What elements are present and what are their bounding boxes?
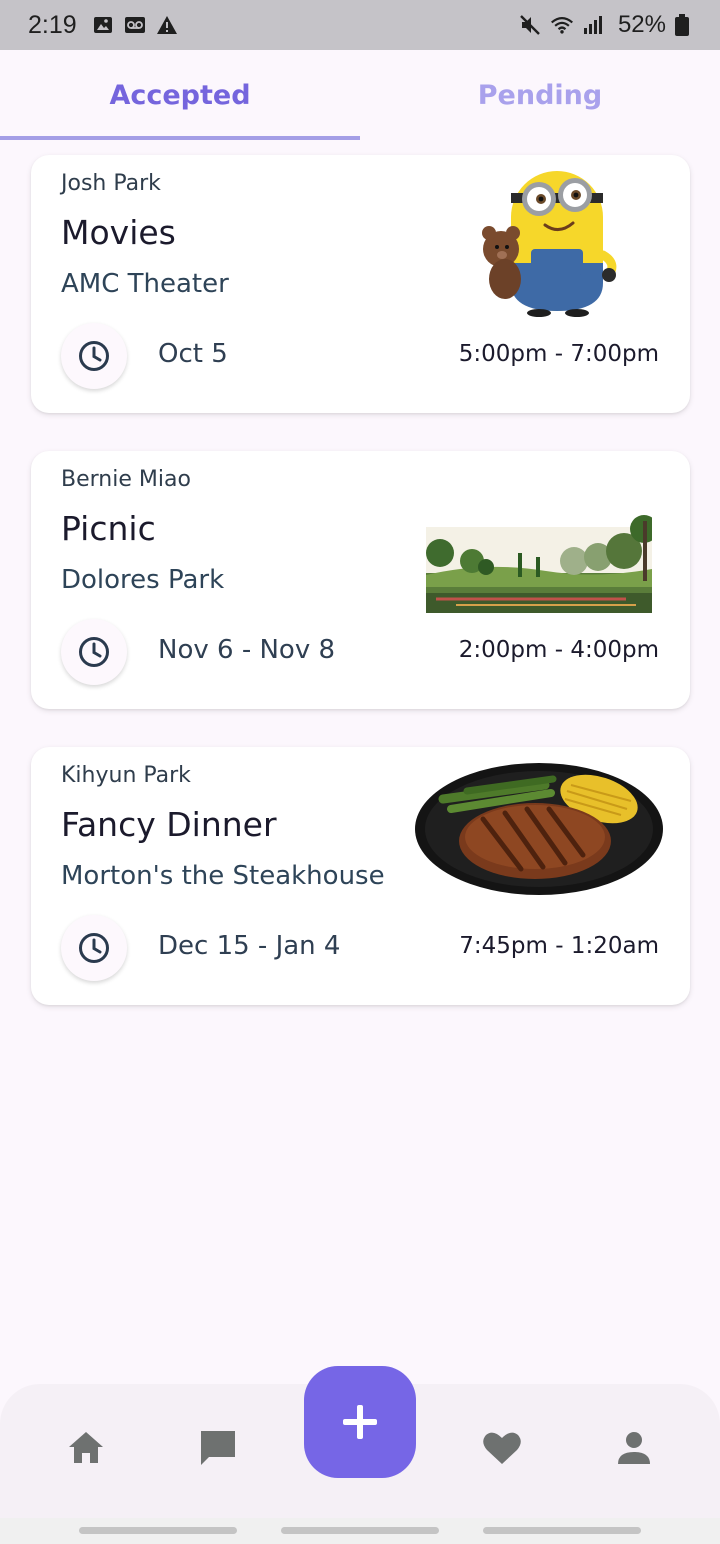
event-host: Kihyun Park xyxy=(61,763,191,788)
add-event-button[interactable] xyxy=(304,1366,416,1478)
event-title: Fancy Dinner xyxy=(61,805,277,844)
event-location: AMC Theater xyxy=(61,269,229,299)
person-icon xyxy=(618,1432,650,1464)
add-icon xyxy=(343,1405,377,1439)
image-icon xyxy=(91,13,115,37)
home-icon xyxy=(69,1432,103,1463)
chat-icon xyxy=(201,1431,235,1465)
event-card[interactable]: Bernie Miao Picnic Dolores Park Nov 6 - … xyxy=(31,451,690,709)
event-image xyxy=(426,491,652,613)
event-image xyxy=(415,763,663,895)
clock-icon xyxy=(79,637,109,667)
clock-button[interactable] xyxy=(61,323,127,389)
clock-button[interactable] xyxy=(61,619,127,685)
event-image xyxy=(482,171,617,317)
heart-icon xyxy=(483,1432,521,1464)
status-bar: 2:19 52% xyxy=(0,0,720,50)
tab-indicator xyxy=(0,136,360,140)
signal-icon xyxy=(582,13,606,37)
event-location: Morton's the Steakhouse xyxy=(61,861,385,891)
event-title: Picnic xyxy=(61,509,156,548)
event-date: Nov 6 - Nov 8 xyxy=(158,635,336,665)
gesture-pill[interactable] xyxy=(483,1527,641,1534)
battery-percent: 52% xyxy=(617,11,666,38)
wifi-icon xyxy=(550,13,574,37)
system-gesture-bar xyxy=(0,1518,720,1544)
nav-favorites[interactable] xyxy=(482,1428,522,1468)
warning-icon xyxy=(155,13,179,37)
event-host: Josh Park xyxy=(61,171,161,196)
tab-pending-label: Pending xyxy=(477,79,603,111)
tab-accepted[interactable]: Accepted xyxy=(0,50,360,140)
tab-accepted-label: Accepted xyxy=(109,79,251,111)
nav-profile[interactable] xyxy=(614,1428,654,1468)
clock-icon xyxy=(79,933,109,963)
event-time: 5:00pm - 7:00pm xyxy=(458,341,659,367)
event-host: Bernie Miao xyxy=(61,467,191,492)
event-date: Oct 5 xyxy=(158,339,228,369)
nav-home[interactable] xyxy=(66,1428,106,1468)
event-time: 2:00pm - 4:00pm xyxy=(458,637,659,663)
clock-icon xyxy=(79,341,109,371)
battery-icon xyxy=(670,13,694,37)
event-card[interactable]: Josh Park Movies AMC Theater Oct 5 5:00p… xyxy=(31,155,690,413)
clock-button[interactable] xyxy=(61,915,127,981)
event-date: Dec 15 - Jan 4 xyxy=(158,931,341,961)
gesture-pill[interactable] xyxy=(79,1527,237,1534)
event-title: Movies xyxy=(61,213,176,252)
gesture-pill[interactable] xyxy=(281,1527,439,1534)
nav-chat[interactable] xyxy=(198,1428,238,1468)
tab-bar: Accepted Pending xyxy=(0,50,720,140)
event-card[interactable]: Kihyun Park Fancy Dinner Morton's the St… xyxy=(31,747,690,1005)
event-location: Dolores Park xyxy=(61,565,225,595)
voicemail-icon xyxy=(123,13,147,37)
event-time: 7:45pm - 1:20am xyxy=(459,933,659,959)
tab-pending[interactable]: Pending xyxy=(360,50,720,140)
status-time: 2:19 xyxy=(28,10,77,39)
mute-icon xyxy=(518,13,542,37)
